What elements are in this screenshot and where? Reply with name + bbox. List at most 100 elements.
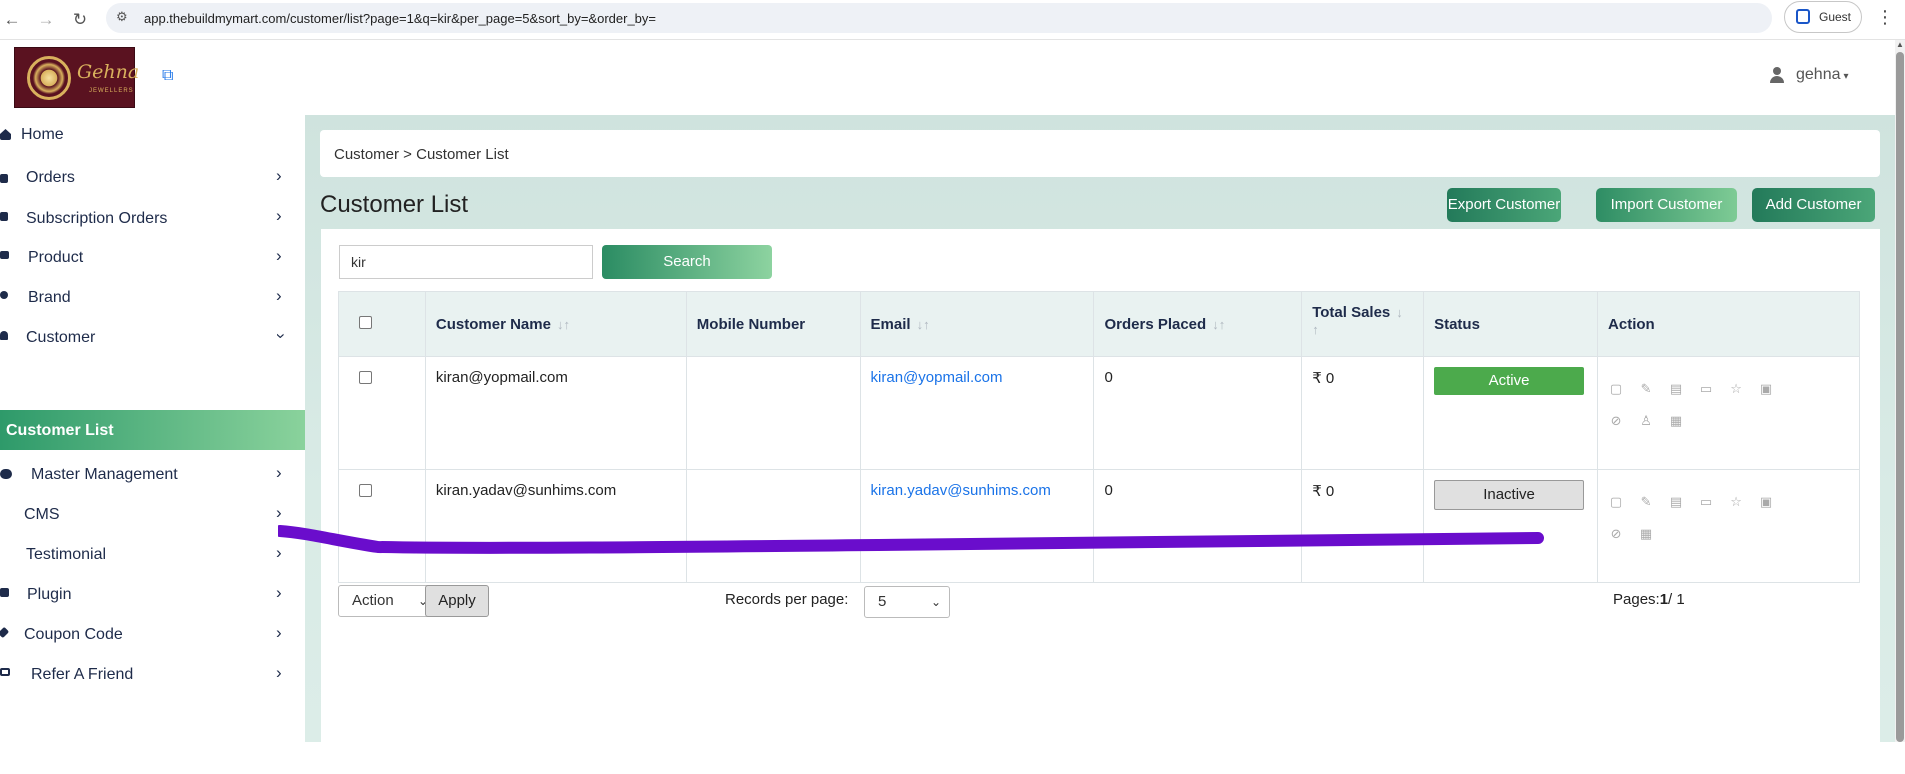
- sidebar-item-home[interactable]: Home: [0, 115, 305, 155]
- address-icon[interactable]: ▤: [1668, 494, 1684, 510]
- brand-logo[interactable]: Gehna JEWELLERS: [14, 47, 139, 108]
- sidebar-item-refer-a-friend[interactable]: Refer A Friend ›: [0, 655, 305, 695]
- sidebar-item-label: Orders: [26, 169, 75, 186]
- sidebar-subitem-customer-list[interactable]: Customer List: [0, 410, 305, 450]
- address-icon[interactable]: ▤: [1668, 381, 1684, 397]
- external-link-icon[interactable]: ⧉: [162, 67, 180, 85]
- row-checkbox[interactable]: [359, 484, 372, 497]
- user-name: gehna: [1796, 66, 1841, 83]
- sidebar-item-label: Subscription Orders: [26, 210, 168, 227]
- row-checkbox[interactable]: [359, 371, 372, 384]
- card-icon[interactable]: ▦: [1638, 526, 1654, 542]
- column-header-orders-placed[interactable]: Orders Placed ↓↑: [1093, 291, 1303, 357]
- action-cell: ▢ ✎ ▤ ▭ ☆ ▣ ⊘ ♙ ▦: [1597, 356, 1860, 470]
- import-customer-button[interactable]: Import Customer: [1596, 188, 1737, 222]
- product-icon: [0, 251, 9, 259]
- address-bar[interactable]: ⚙ app.thebuildmymart.com/customer/list?p…: [106, 3, 1772, 33]
- message-icon[interactable]: ▭: [1698, 381, 1714, 397]
- card-icon[interactable]: ▦: [1668, 413, 1684, 429]
- wallet-icon[interactable]: ▣: [1758, 381, 1774, 397]
- block-icon[interactable]: ⊘: [1608, 413, 1624, 429]
- block-icon[interactable]: ⊘: [1608, 526, 1624, 542]
- sidebar-item-plugin[interactable]: Plugin ›: [0, 575, 305, 615]
- sidebar-item-label: Customer List: [6, 422, 114, 439]
- export-customer-button[interactable]: Export Customer: [1447, 188, 1561, 222]
- page-title: Customer List: [320, 191, 469, 218]
- sidebar-item-master-management[interactable]: Master Management ›: [0, 455, 305, 495]
- sidebar-item-coupon-code[interactable]: Coupon Code ›: [0, 615, 305, 655]
- browser-menu-icon[interactable]: ⋮: [1876, 7, 1894, 28]
- current-page: 1: [1659, 591, 1669, 608]
- sort-icon[interactable]: ↓: [1396, 305, 1403, 320]
- back-icon[interactable]: ←: [0, 8, 24, 32]
- profile-icon: [1796, 9, 1810, 24]
- email-link[interactable]: kiran@yopmail.com: [871, 369, 1003, 386]
- user-menu[interactable]: gehna ▾: [1770, 66, 1849, 84]
- bulk-action-select[interactable]: Action ⌄: [338, 585, 437, 617]
- search-input[interactable]: kir: [339, 245, 593, 279]
- sidebar-item-customer[interactable]: Customer ›: [0, 318, 305, 358]
- chevron-right-icon: ›: [276, 286, 282, 305]
- mandala-icon: [27, 56, 71, 100]
- sort-icon[interactable]: ↓↑: [557, 317, 570, 332]
- view-icon[interactable]: ▢: [1608, 381, 1624, 397]
- column-label: Total Sales: [1312, 304, 1391, 321]
- pagination-info: Pages:1/ 1: [1613, 591, 1685, 608]
- keyboard-icon: [0, 668, 10, 676]
- scrollbar-thumb[interactable]: [1896, 52, 1904, 742]
- records-per-page-select[interactable]: 5 ⌄: [864, 586, 950, 618]
- records-per-page-label: Records per page:: [725, 591, 849, 608]
- shopping-bag-icon: [0, 212, 8, 221]
- status-toggle-button[interactable]: Active: [1434, 367, 1585, 395]
- orders-placed-cell: 0: [1093, 469, 1303, 583]
- apply-button[interactable]: Apply: [425, 585, 489, 617]
- logo-subtext: JEWELLERS: [89, 88, 134, 94]
- chevron-right-icon: ›: [276, 503, 282, 522]
- sidebar-item-testimonial[interactable]: Testimonial ›: [0, 535, 305, 575]
- page-scrollbar[interactable]: ▲: [1895, 40, 1905, 742]
- sort-icon[interactable]: ↓↑: [917, 317, 930, 332]
- column-header-mobile-number: Mobile Number: [685, 291, 861, 357]
- user-icon[interactable]: ♙: [1638, 413, 1654, 429]
- column-header-customer-name[interactable]: Customer Name ↓↑: [424, 291, 687, 357]
- sidebar-item-label: Testimonial: [26, 546, 107, 563]
- forward-icon[interactable]: →: [34, 8, 58, 32]
- email-link[interactable]: kiran.yadav@sunhims.com: [871, 482, 1051, 499]
- status-toggle-button[interactable]: Inactive: [1434, 480, 1585, 510]
- scroll-up-icon[interactable]: ▲: [1896, 40, 1904, 49]
- message-icon[interactable]: ▭: [1698, 494, 1714, 510]
- reward-icon[interactable]: ☆: [1728, 494, 1744, 510]
- column-header-email[interactable]: Email ↓↑: [859, 291, 1095, 357]
- breadcrumb: Customer > Customer List: [320, 130, 1880, 177]
- reload-icon[interactable]: ↻: [68, 8, 92, 32]
- reward-icon[interactable]: ☆: [1728, 381, 1744, 397]
- sidebar-item-cms[interactable]: CMS ›: [0, 495, 305, 535]
- wallet-icon[interactable]: ▣: [1758, 494, 1774, 510]
- edit-icon[interactable]: ✎: [1638, 381, 1654, 397]
- row-select-cell: [338, 356, 426, 470]
- search-button[interactable]: Search: [602, 245, 772, 279]
- select-all-checkbox[interactable]: [359, 315, 372, 329]
- view-icon[interactable]: ▢: [1608, 494, 1624, 510]
- chevron-right-icon: ›: [276, 166, 282, 185]
- sidebar-item-brand[interactable]: Brand ›: [0, 278, 305, 318]
- sidebar-item-product[interactable]: Product ›: [0, 238, 305, 278]
- column-label: Orders Placed: [1104, 315, 1207, 333]
- user-icon: [0, 331, 8, 340]
- sidebar-item-label: Customer: [26, 329, 96, 346]
- column-label: Email: [870, 315, 911, 333]
- sidebar-item-label: Coupon Code: [24, 626, 123, 643]
- column-header-total-sales[interactable]: Total Sales ↓ ↑: [1301, 291, 1425, 357]
- sidebar-item-subscription-orders[interactable]: Subscription Orders ›: [0, 198, 305, 238]
- status-cell: Active: [1423, 356, 1599, 470]
- edit-icon[interactable]: ✎: [1638, 494, 1654, 510]
- sidebar-item-orders[interactable]: Orders ›: [0, 158, 305, 198]
- sort-icon[interactable]: ↓↑: [1212, 317, 1225, 332]
- site-settings-icon[interactable]: ⚙: [116, 9, 128, 25]
- sort-icon[interactable]: ↑: [1312, 322, 1319, 337]
- app-header: Gehna JEWELLERS ⧉ gehna ▾: [0, 40, 1895, 115]
- profile-label: Guest: [1819, 10, 1852, 24]
- table-header-row: Customer Name ↓↑ Mobile Number Email ↓↑ Or…: [338, 291, 1860, 357]
- add-customer-button[interactable]: Add Customer: [1752, 188, 1875, 222]
- profile-button[interactable]: Guest: [1784, 1, 1862, 33]
